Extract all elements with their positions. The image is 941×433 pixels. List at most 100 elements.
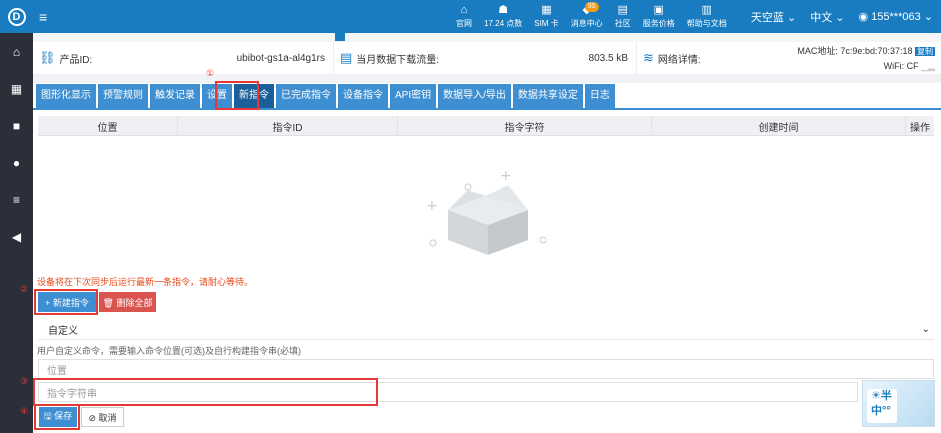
book-icon: ▥ <box>701 4 712 16</box>
language-label: 中文 <box>810 11 833 24</box>
dashboard-icon[interactable]: ⌂ <box>0 33 33 70</box>
top-right: 天空蓝 ⌄ 中文 ⌄ ◉ 155***063 ⌄ <box>751 0 933 33</box>
ime-line-2: 中°° <box>871 405 891 417</box>
price-icon: ▣ <box>653 4 664 16</box>
nav-label: SIM 卡 <box>534 19 559 28</box>
nav-pricing[interactable]: ▣ 服务价格 <box>637 0 681 33</box>
annotation-box-3 <box>33 378 378 406</box>
nav-messages[interactable]: ◆95消息中心 <box>565 0 609 33</box>
nav-label: 社区 <box>614 19 631 28</box>
tab-device-commands[interactable]: 设备指令 <box>338 84 388 108</box>
user-icon: ◉ <box>858 11 869 23</box>
coins-icon: ☗ <box>498 4 509 16</box>
tab-bar: 图形化显示 预警规则 触发记录 设置 新指令 已完成指令 设备指令 API密钥 … <box>33 84 615 108</box>
select-value: 自定义 <box>48 326 78 337</box>
tab-api-key[interactable]: API密钥 <box>390 84 437 108</box>
message-badge: 95 <box>584 2 599 12</box>
nav-label: 17.24 点数 <box>484 19 523 28</box>
network-cell: ≋ 网络详情: MAC地址: 7c:9e:bd:70:37:18 复制 WiFi… <box>636 42 941 74</box>
col-created-time: 创建时间 <box>652 116 906 136</box>
logo[interactable]: D <box>0 0 33 33</box>
tab-log[interactable]: 日志 <box>584 84 615 108</box>
chevron-down-icon: ⌄ <box>921 324 930 335</box>
tab-underline <box>33 108 941 110</box>
theme-dropdown[interactable]: 天空蓝 ⌄ <box>751 9 796 25</box>
col-actions: 操作 <box>910 122 930 134</box>
tab-data-sharing[interactable]: 数据共享设定 <box>512 84 583 108</box>
tab-completed-commands[interactable]: 已完成指令 <box>276 84 336 108</box>
delete-all-button[interactable]: 🗑 删除全部 <box>99 292 156 312</box>
document-icon: ▤ <box>340 50 353 65</box>
annotation-box-2 <box>34 289 98 315</box>
form-hint: 用户自定义命令，需要输入命令位置(可选)及自行构建指令串(必填) <box>37 346 301 356</box>
tab-graph[interactable]: 图形化显示 <box>36 84 96 108</box>
nav-label: 服务价格 <box>642 19 675 28</box>
traffic-value: 803.5 kB <box>588 52 628 64</box>
nav-community[interactable]: ▤ 社区 <box>609 0 637 33</box>
product-id-value: ubibot-gs1a-al4g1rs <box>236 52 325 64</box>
empty-box-icon: + + <box>426 168 547 255</box>
col-position: 位置 <box>38 116 178 136</box>
nav-help[interactable]: ▥ 帮助与文档 <box>681 0 733 33</box>
sidebar: ⌂ ▦ ■ ● ≡ ◀ <box>0 33 33 433</box>
tab-import-export[interactable]: 数据导入/导出 <box>438 84 511 108</box>
annotation-2: ② <box>20 284 29 294</box>
position-input[interactable]: 位置 <box>38 359 934 379</box>
user-dropdown[interactable]: ◉ 155***063 ⌄ <box>858 10 933 23</box>
info-top-strip <box>33 33 941 42</box>
chat-icon: ▤ <box>617 4 628 16</box>
table-header: 位置 指令ID 指令字符 创建时间 操作 <box>38 116 934 136</box>
chevron-down-icon: ⌄ <box>923 11 933 23</box>
home-icon: ⌂ <box>460 4 468 16</box>
traffic-cell: ▤ 当月数据下载流量: 803.5 kB <box>333 42 636 74</box>
annotation-3: ③ <box>20 376 29 386</box>
tab-trigger-log[interactable]: 触发记录 <box>150 84 200 108</box>
mac-address: MAC地址: 7c:9e:bd:70:37:18 <box>797 46 913 56</box>
table-body: + + <box>38 136 934 270</box>
bookmark-icon[interactable]: ■ <box>0 107 33 144</box>
signal-icon: ▁▂ <box>921 61 935 71</box>
annotation-1: ① <box>206 68 215 78</box>
nav-label: 官网 <box>456 19 472 28</box>
svg-text:+: + <box>426 198 438 214</box>
user-icon[interactable]: ● <box>0 144 33 181</box>
product-id-cell: ⛓ 产品ID: ubibot-gs1a-al4g1rs <box>33 42 333 74</box>
logo-icon: D <box>7 7 26 26</box>
language-dropdown[interactable]: 中文 ⌄ <box>810 9 844 25</box>
copy-button[interactable]: 复制 <box>915 47 935 56</box>
user-label: 155***063 <box>871 11 921 23</box>
database-icon[interactable]: ≡ <box>0 181 33 218</box>
wifi-icon: ≋ <box>643 50 654 65</box>
gap-strip <box>33 74 941 83</box>
chevron-down-icon: ⌄ <box>835 11 845 24</box>
col-command-string: 指令字符 <box>398 116 652 136</box>
ime-panel: ☀半中°° <box>867 389 897 423</box>
svg-text:+: + <box>500 168 512 184</box>
link-icon: ⛓ <box>39 50 56 65</box>
nav-label: 帮助与文档 <box>686 19 727 28</box>
cancel-button[interactable]: ⊘ 取消 <box>81 407 124 427</box>
product-id-label: 产品ID: <box>59 54 93 66</box>
device-info: ⛓ 产品ID: ubibot-gs1a-al4g1rs ▤ 当月数据下载流量: … <box>33 42 941 74</box>
network-details: MAC地址: 7c:9e:bd:70:37:18 复制 WiFi: CF ▁▂ <box>797 44 935 73</box>
annotation-4: ④ <box>20 406 29 416</box>
network-label: 网络详情: <box>657 54 701 66</box>
share-icon[interactable]: ◀ <box>0 218 33 255</box>
chart-icon[interactable]: ▦ <box>0 70 33 107</box>
nav-sim[interactable]: ▦ SIM 卡 <box>528 0 564 33</box>
sync-notice: 设备将在下次同步后运行最新一条指令，请耐心等待。 <box>37 277 254 287</box>
ime-widget[interactable]: ☀半中°° <box>862 380 935 427</box>
top-nav: ⌂ 官网 ☗ 17.24 点数 ▦ SIM 卡 ◆95消息中心 ▤ 社区 ▣ 服务价格 ▥… <box>450 0 733 33</box>
traffic-label: 当月数据下载流量: <box>356 54 440 66</box>
menu-icon[interactable]: ≡ <box>39 9 47 25</box>
command-type-select[interactable]: 自定义 ⌄ <box>38 320 934 340</box>
sim-icon: ▦ <box>541 4 552 16</box>
nav-official-site[interactable]: ⌂ 官网 <box>450 0 478 33</box>
tab-alerts[interactable]: 预警规则 <box>98 84 148 108</box>
annotation-box-4 <box>34 404 80 430</box>
ime-line-1: ☀半 <box>871 390 892 402</box>
col-command-id: 指令ID <box>178 116 398 136</box>
top-bar: D ≡ ⌂ 官网 ☗ 17.24 点数 ▦ SIM 卡 ◆95消息中心 ▤ 社区 ▣ 服务… <box>0 0 941 33</box>
nav-points[interactable]: ☗ 17.24 点数 <box>478 0 528 33</box>
divider <box>335 33 345 41</box>
